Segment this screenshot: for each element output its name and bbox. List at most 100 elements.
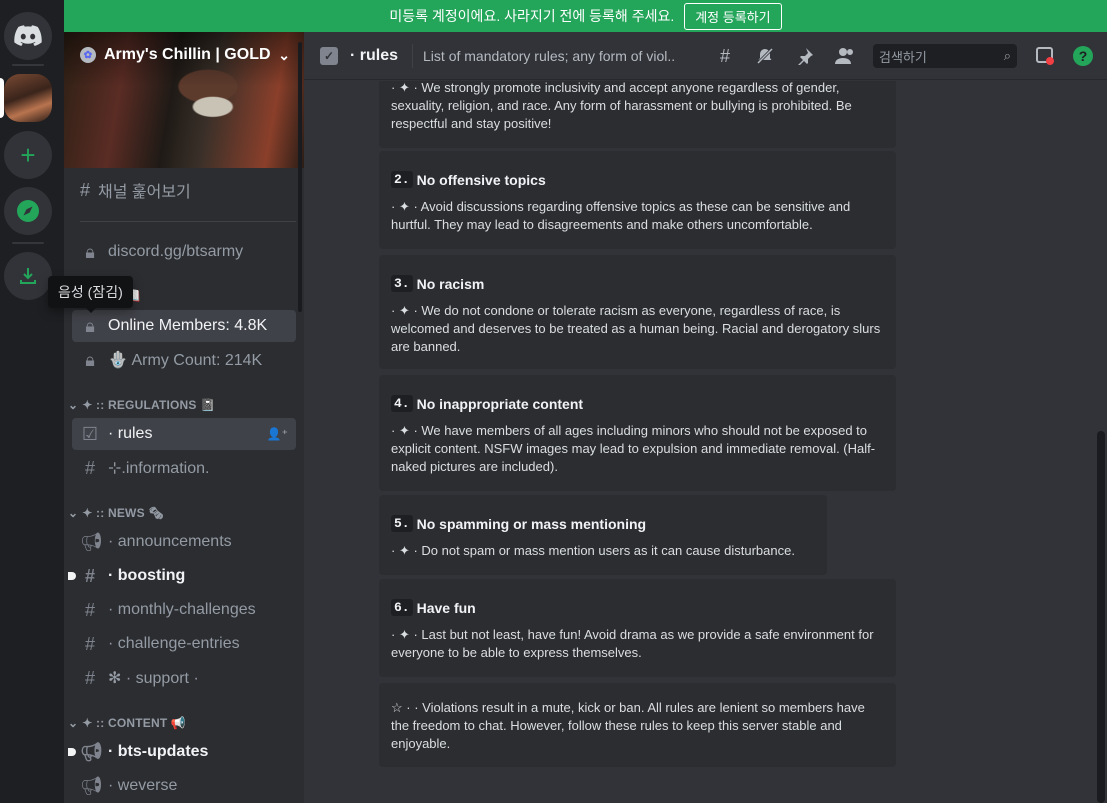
rule-card: 3. No racism · ✦ · We do not condone or … [379,255,896,369]
sidebar-divider [80,221,296,222]
threads-icon[interactable]: # [713,44,737,68]
browse-channels-icon: # [80,179,91,200]
rule-title: No inappropriate content [416,395,584,412]
channel-label: 🪬 Army Count: 214K [108,352,263,369]
channel-army-count[interactable]: 🔒︎ 🪬 Army Count: 214K [72,344,296,376]
rule-number: 2. [391,171,413,188]
rule-text: · ✦ · We strongly promote inclusivity an… [391,81,852,131]
rule-number: 4. [391,395,413,412]
channel-label: · announcements [108,533,232,550]
rule-card: ☆ · · Violations result in a mute, kick … [379,683,896,767]
rule-title: Have fun [416,599,476,616]
rule-heading: 5. No spamming or mass mentioning [391,515,815,532]
sidebar-scrollbar[interactable] [298,42,302,312]
channel-bts-updates[interactable]: 📢︎ · bts-updates [68,736,296,768]
rail-separator [12,64,44,66]
download-apps-button[interactable] [4,252,52,300]
megaphone-icon: 📢︎ [80,741,103,762]
channel-boosting[interactable]: # · boosting [68,560,296,592]
channel-online-members[interactable]: 🔒︎ Online Members: 4.8K [72,310,296,342]
inbox-icon[interactable] [1033,44,1057,68]
category-news[interactable]: ⌄ ✦ :: NEWS 🗞 [68,506,164,520]
megaphone-icon: 📢︎ [80,531,103,552]
server-boost-badge-icon: ✿ [80,47,96,63]
lock-icon: 🔒︎ [85,349,95,370]
unread-indicator [68,748,76,756]
server-banner[interactable]: ✿ Army's Chillin | GOLD... ⌄ [64,32,304,168]
rule-title: No spamming or mass mentioning [416,515,647,532]
channel-announcements[interactable]: 📢︎ · announcements [72,526,296,558]
invite-icon[interactable]: 👤⁺ [267,427,288,441]
channel-rules[interactable]: ☑ · rules 👤⁺ [72,418,296,450]
rule-card: · ✦ · We strongly promote inclusivity an… [379,81,896,148]
channel-discord-link[interactable]: 🔒︎ discord.gg/btsarmy [72,236,296,268]
chevron-down-icon: ⌄ [278,46,290,63]
search-input[interactable]: 검색하기 ⌕ [873,44,1017,68]
server-avatar[interactable] [4,74,52,122]
channel-header: ✓ · rules List of mandatory rules; any f… [304,32,1107,80]
category-label: ✦ :: NEWS 🗞 [82,506,164,520]
channel-label: · monthly-challenges [108,601,256,618]
channel-label: · bts-updates [108,743,209,760]
channel-challenge-entries[interactable]: # · challenge-entries [72,628,296,660]
hashtag-icon: # [84,599,95,620]
rule-title: No offensive topics [416,171,546,188]
search-placeholder: 검색하기 [879,49,927,65]
discord-app: + 음성 (잠김) 미등록 계정이에요. 사라지기 전에 등록해 주세요. 계정… [0,0,1107,803]
rule-heading: 6. Have fun [391,599,884,616]
add-server-button[interactable]: + [4,131,52,179]
search-icon: ⌕ [1003,48,1011,63]
channel-monthly-challenges[interactable]: # · monthly-challenges [72,594,296,626]
lock-icon: 🔒︎ [85,315,95,336]
channel-label: · rules [108,425,153,442]
header-toolbar: # 검색하기 ⌕ ? [713,32,1093,80]
megaphone-icon: 📢︎ [80,775,103,796]
download-icon [20,268,36,284]
member-list-icon[interactable] [833,44,857,68]
lock-icon: 🔒︎ [85,241,95,262]
browse-channels-label: 채널 훑어보기 [98,184,191,201]
channel-topic[interactable]: List of mandatory rules; any form of vio… [423,48,675,64]
channel-label: Online Members: 4.8K [108,317,268,334]
rule-number: 5. [391,515,413,532]
channel-weverse[interactable]: 📢︎ · weverse [72,770,296,802]
channel-support[interactable]: # ✻ · support · [72,662,296,694]
content-scrollbar[interactable] [1097,431,1105,803]
compass-icon [17,200,39,222]
discord-home-button[interactable] [4,12,52,60]
channel-label: discord.gg/btsarmy [108,243,244,260]
hashtag-icon: # [84,565,95,586]
server-header[interactable]: ✿ Army's Chillin | GOLD... ⌄ [80,46,290,64]
discord-logo-icon [14,25,42,46]
plus-icon: + [20,140,36,170]
server-rail: + [0,0,64,803]
rule-heading: 4. No inappropriate content [391,395,884,412]
header-divider [412,43,414,68]
rule-text: ☆ · · Violations result in a mute, kick … [391,700,865,751]
rule-number: 3. [391,275,413,292]
channel-title: · rules [350,46,399,64]
category-content[interactable]: ⌄ ✦ :: CONTENT 📢 [68,716,186,730]
category-label: ✦ :: REGULATIONS 📓 [82,398,216,412]
notification-muted-icon[interactable] [753,44,777,68]
channel-label: ⊹.information. [108,460,210,477]
register-account-button[interactable]: 계정 등록하기 [684,2,782,30]
pin-icon[interactable] [793,44,817,68]
rule-card: 6. Have fun · ✦ · Last but not least, ha… [379,579,896,677]
unread-indicator [68,572,76,580]
hashtag-icon: # [84,457,95,478]
channel-label: · boosting [108,567,186,584]
browse-channels-button[interactable]: # 채널 훑어보기 [80,178,191,202]
rule-card: 5. No spamming or mass mentioning · ✦ · … [379,495,827,575]
unclaimed-account-notice: 미등록 계정이에요. 사라지기 전에 등록해 주세요. 계정 등록하기 [64,0,1107,32]
server-name: Army's Chillin | GOLD... [104,46,271,63]
explore-servers-button[interactable] [4,187,52,235]
rule-text: · ✦ · We do not condone or tolerate raci… [391,303,881,354]
rule-text: · ✦ · Last but not least, have fun! Avoi… [391,627,874,660]
rule-text: · ✦ · We have members of all ages includ… [391,423,876,474]
rule-heading: 2. No offensive topics [391,171,884,188]
channel-information[interactable]: # ⊹.information. [72,452,296,484]
category-regulations[interactable]: ⌄ ✦ :: REGULATIONS 📓 [68,398,215,412]
rule-text: · ✦ · Do not spam or mass mention users … [391,543,795,558]
help-icon[interactable]: ? [1073,46,1093,66]
